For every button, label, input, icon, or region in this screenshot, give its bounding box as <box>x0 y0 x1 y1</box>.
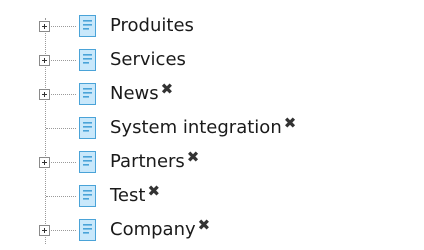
tree-node-label[interactable]: Partners ✖ <box>110 150 199 174</box>
tree-node-label[interactable]: Services <box>110 48 186 72</box>
close-icon[interactable]: ✖ <box>161 82 174 97</box>
page-icon <box>79 185 96 207</box>
node-label-text: News <box>110 83 159 104</box>
page-icon <box>79 117 96 139</box>
node-label-text: Partners <box>110 151 185 172</box>
tree-node-company[interactable]: Company ✖ <box>0 214 424 248</box>
tree-connector-branch <box>46 196 76 197</box>
expand-plus-icon[interactable] <box>39 21 50 32</box>
tree-connector-branch <box>51 162 76 163</box>
tree-connector-branch <box>51 26 76 27</box>
tree-node-label[interactable]: Test ✖ <box>110 184 160 208</box>
page-icon <box>79 49 96 71</box>
node-label-text: Company <box>110 219 196 240</box>
page-tree: Produites Services News ✖ System integra… <box>0 0 424 250</box>
close-icon[interactable]: ✖ <box>147 184 160 199</box>
page-icon <box>79 219 96 241</box>
tree-node-partners[interactable]: Partners ✖ <box>0 146 424 180</box>
close-icon[interactable]: ✖ <box>198 218 211 233</box>
expand-plus-icon[interactable] <box>39 157 50 168</box>
tree-connector-branch <box>46 128 76 129</box>
tree-node-test[interactable]: Test ✖ <box>0 180 424 214</box>
expand-plus-icon[interactable] <box>39 89 50 100</box>
tree-node-services[interactable]: Services <box>0 44 424 78</box>
expand-plus-icon[interactable] <box>39 55 50 66</box>
close-icon[interactable]: ✖ <box>284 116 297 131</box>
tree-node-label[interactable]: System integration ✖ <box>110 116 296 140</box>
tree-node-label[interactable]: News ✖ <box>110 82 173 106</box>
tree-node-produites[interactable]: Produites <box>0 10 424 44</box>
node-label-text: Produites <box>110 15 194 36</box>
tree-node-news[interactable]: News ✖ <box>0 78 424 112</box>
node-label-text: Test <box>110 185 146 206</box>
tree-node-label[interactable]: Company ✖ <box>110 218 210 242</box>
tree-connector-branch <box>51 230 76 231</box>
node-label-text: Services <box>110 49 186 70</box>
node-label-text: System integration <box>110 117 282 138</box>
expand-plus-icon[interactable] <box>39 225 50 236</box>
close-icon[interactable]: ✖ <box>187 150 200 165</box>
tree-connector-branch <box>51 60 76 61</box>
page-icon <box>79 83 96 105</box>
page-icon <box>79 151 96 173</box>
tree-node-system-integration[interactable]: System integration ✖ <box>0 112 424 146</box>
tree-node-label[interactable]: Produites <box>110 14 194 38</box>
tree-connector-branch <box>51 94 76 95</box>
page-icon <box>79 15 96 37</box>
